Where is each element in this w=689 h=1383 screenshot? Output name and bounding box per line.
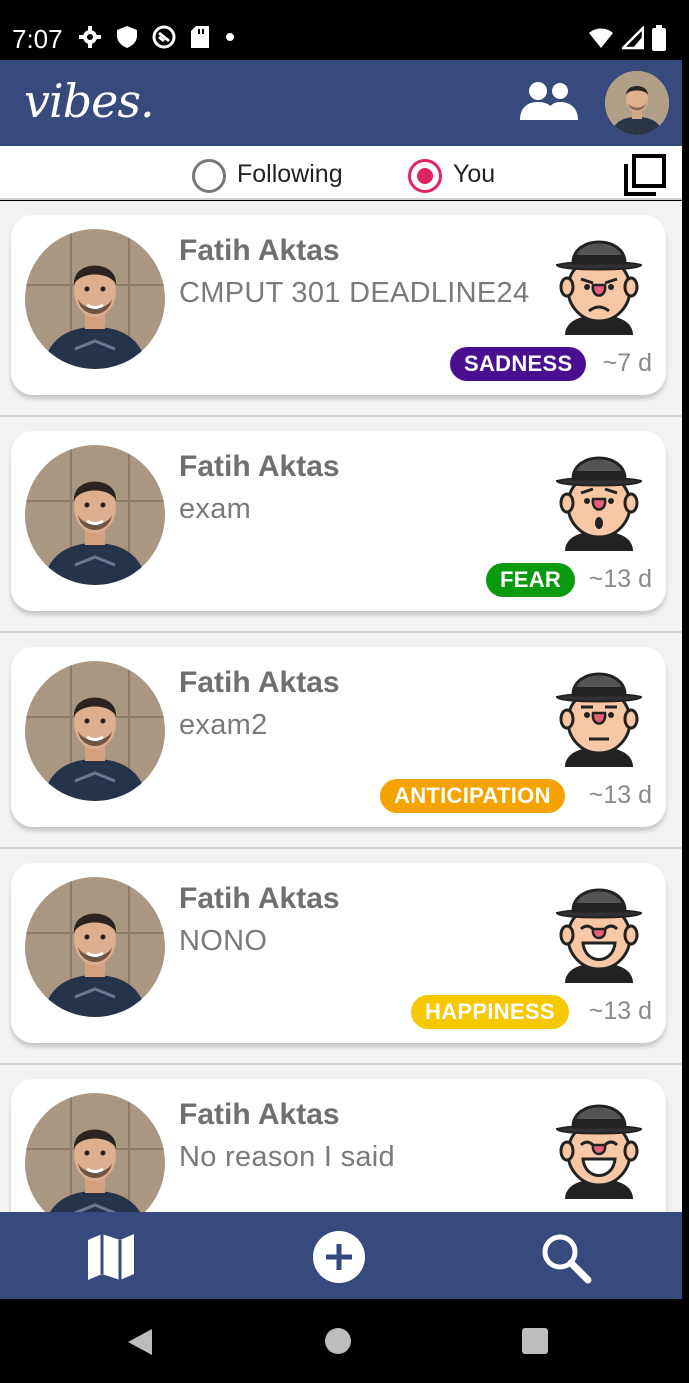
mood-card[interactable]: Fatih Aktas NONO HAPPINESS ~13 d	[11, 863, 666, 1043]
avatar	[25, 877, 165, 1017]
post-time: ~13 d	[588, 997, 652, 1025]
app-logo: vibes.	[24, 74, 155, 128]
battery-icon	[652, 25, 666, 51]
bottom-nav	[0, 1212, 682, 1299]
copy-icon[interactable]	[624, 154, 666, 196]
mood-card[interactable]: Fatih Aktas No reason I said	[11, 1079, 666, 1212]
fear-face-icon	[555, 456, 643, 551]
avatar	[25, 1093, 165, 1212]
mood-reason: exam	[179, 493, 252, 525]
post-time: ~7 d	[602, 349, 652, 377]
user-name: Fatih Aktas	[179, 450, 340, 483]
user-name: Fatih Aktas	[179, 1098, 340, 1131]
status-icons-left	[78, 25, 236, 49]
emotion-badge: SADNESS	[450, 347, 587, 381]
following-radio[interactable]	[192, 159, 226, 193]
feed-filter: Following You	[0, 146, 682, 200]
feed-item[interactable]: Fatih Aktas exam2 ANTICIPATION ~13 d	[0, 633, 682, 849]
happy-face-icon	[555, 888, 643, 983]
wifi-icon	[589, 28, 613, 48]
user-name: Fatih Aktas	[179, 666, 340, 699]
back-icon[interactable]	[126, 1327, 154, 1357]
status-time: 7:07	[12, 24, 63, 54]
sd-card-icon	[191, 26, 209, 48]
map-icon[interactable]	[84, 1232, 138, 1282]
user-name: Fatih Aktas	[179, 882, 340, 915]
recents-icon[interactable]	[522, 1328, 548, 1354]
search-icon[interactable]	[540, 1232, 592, 1284]
phone-screen: 7:07 vibes. Following You Fatih Aktas CM…	[0, 0, 682, 1383]
mood-reason: NONO	[179, 925, 268, 957]
mood-reason: exam2	[179, 709, 268, 741]
add-icon[interactable]	[312, 1230, 366, 1284]
sad-face-icon	[555, 240, 643, 335]
mood-reason: No reason I said	[179, 1141, 395, 1173]
mood-card[interactable]: Fatih Aktas CMPUT 301 DEADLINE24 SADNESS	[11, 215, 666, 395]
profile-avatar[interactable]	[605, 71, 669, 135]
post-time: ~13 d	[588, 781, 652, 809]
emotion-badge: HAPPINESS	[411, 995, 569, 1029]
app-bar: vibes.	[0, 60, 682, 146]
sync-icon	[152, 25, 176, 49]
feed-item[interactable]: Fatih Aktas exam FEAR ~13 d	[0, 417, 682, 633]
feed-item[interactable]: Fatih Aktas No reason I said	[0, 1065, 682, 1212]
status-icons-right	[588, 25, 666, 51]
post-time: ~13 d	[588, 565, 652, 593]
frame-edge	[682, 0, 689, 1383]
avatar	[25, 229, 165, 369]
user-name: Fatih Aktas	[179, 234, 340, 267]
anticipation-face-icon	[555, 672, 643, 767]
you-radio[interactable]	[408, 159, 442, 193]
avatar	[25, 661, 165, 801]
emotion-badge: ANTICIPATION	[380, 779, 565, 813]
following-label[interactable]: Following	[237, 160, 343, 189]
mood-card[interactable]: Fatih Aktas exam2 ANTICIPATION ~13 d	[11, 647, 666, 827]
feed-item[interactable]: Fatih Aktas CMPUT 301 DEADLINE24 SADNESS	[0, 201, 682, 417]
mood-reason: CMPUT 301 DEADLINE24	[179, 277, 530, 309]
shield-icon	[117, 26, 137, 48]
you-label[interactable]: You	[453, 160, 495, 189]
avatar	[25, 445, 165, 585]
mood-feed: Fatih Aktas CMPUT 301 DEADLINE24 SADNESS	[0, 201, 682, 1212]
system-nav	[0, 1299, 682, 1383]
settings-icon	[79, 26, 101, 48]
signal-icon	[622, 26, 644, 50]
emotion-badge: FEAR	[486, 563, 576, 597]
people-icon[interactable]	[518, 82, 580, 122]
home-icon[interactable]	[325, 1328, 351, 1354]
happy-face-icon	[555, 1104, 643, 1199]
status-bar: 7:07	[0, 16, 682, 60]
mood-card[interactable]: Fatih Aktas exam FEAR ~13 d	[11, 431, 666, 611]
dot-icon	[226, 33, 234, 41]
feed-item[interactable]: Fatih Aktas NONO HAPPINESS ~13 d	[0, 849, 682, 1065]
